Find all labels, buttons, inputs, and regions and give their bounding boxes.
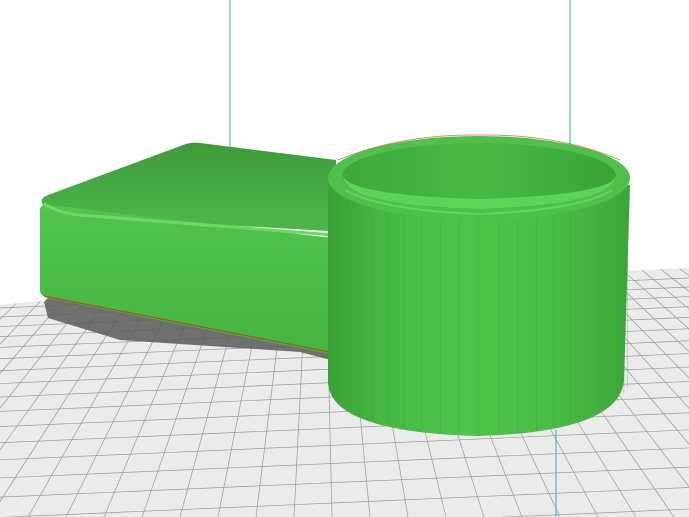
cylinder-cup[interactable] [328, 134, 630, 436]
scene-canvas[interactable] [0, 0, 689, 517]
3d-viewport[interactable] [0, 0, 689, 517]
